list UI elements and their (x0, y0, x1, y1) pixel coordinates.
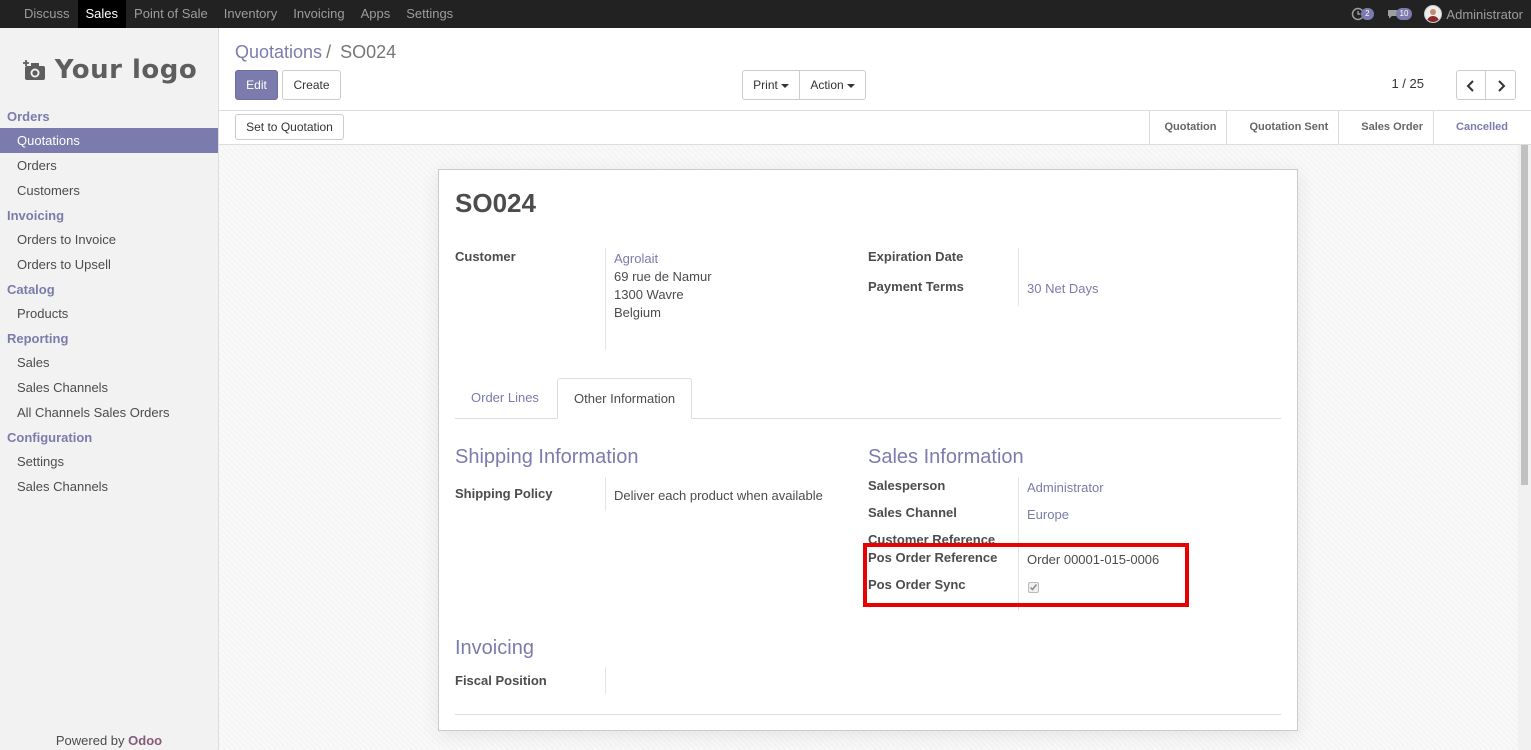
odoo-link[interactable]: Odoo (128, 733, 162, 748)
app-settings[interactable]: Settings (398, 0, 461, 28)
breadcrumb-current: SO024 (340, 42, 397, 62)
customer-link[interactable]: Agrolait (614, 251, 658, 266)
sidebar-item-products[interactable]: Products (0, 301, 218, 326)
invoicing-title: Invoicing (455, 637, 534, 659)
powered-by: Powered by Odoo (0, 733, 218, 748)
sidebar-section-orders[interactable]: Orders (0, 104, 218, 128)
print-dropdown[interactable]: Print (742, 70, 800, 100)
field-divider (605, 667, 606, 694)
action-dropdown[interactable]: Action (799, 70, 866, 100)
section-divider (455, 714, 1281, 715)
sidebar: Your logo Orders Quotations Orders Custo… (0, 28, 219, 750)
form-view: SO024 Customer Agrolait 69 rue de Namur … (219, 145, 1518, 750)
powered-by-text: Powered by (55, 733, 125, 748)
sales-channel-link[interactable]: Europe (1027, 507, 1069, 522)
sidebar-section-catalog[interactable]: Catalog (0, 277, 218, 301)
sidebar-item-config-sales-channels[interactable]: Sales Channels (0, 474, 218, 499)
customer-label: Customer (455, 249, 516, 264)
payment-terms-link[interactable]: 30 Net Days (1027, 281, 1099, 296)
edit-button[interactable]: Edit (235, 70, 278, 100)
chevron-left-icon (1466, 80, 1474, 92)
print-label: Print (753, 78, 778, 92)
field-divider (605, 477, 606, 511)
salesperson-label: Salesperson (868, 478, 946, 493)
caret-down-icon (846, 83, 855, 88)
salesperson-link[interactable]: Administrator (1027, 480, 1104, 495)
breadcrumb-separator: / (326, 42, 332, 62)
user-avatar-icon (1427, 9, 1440, 22)
activity-button[interactable]: 2 (1351, 7, 1374, 21)
pager-next-button[interactable] (1485, 70, 1516, 100)
scrollbar-thumb[interactable] (1521, 145, 1528, 485)
logo-text: Your logo (54, 55, 198, 85)
create-button[interactable]: Create (282, 70, 341, 100)
field-divider (605, 248, 606, 350)
camera-icon (22, 60, 45, 80)
app-inventory[interactable]: Inventory (216, 0, 285, 28)
sidebar-section-invoicing[interactable]: Invoicing (0, 203, 218, 227)
sidebar-item-settings[interactable]: Settings (0, 449, 218, 474)
notebook-tabs: Order Lines Other Information (455, 378, 1281, 419)
sales-channel-label: Sales Channel (868, 505, 957, 520)
app-point-of-sale[interactable]: Point of Sale (126, 0, 216, 28)
pager-value[interactable]: 1 / 25 (1391, 76, 1424, 91)
sidebar-item-orders-to-upsell[interactable]: Orders to Upsell (0, 252, 218, 277)
action-label: Action (810, 78, 844, 92)
sidebar-section-reporting[interactable]: Reporting (0, 326, 218, 350)
highlight-box (863, 543, 1189, 607)
payment-terms-label: Payment Terms (868, 279, 964, 294)
message-count-badge: 10 (1395, 8, 1413, 20)
sidebar-item-quotations[interactable]: Quotations (0, 128, 218, 153)
caret-down-icon (780, 83, 789, 88)
shipping-policy-value[interactable]: Deliver each product when available (614, 488, 823, 503)
app-apps[interactable]: Apps (353, 0, 399, 28)
expiration-date-label: Expiration Date (868, 249, 964, 264)
customer-address-street: 69 rue de Namur (614, 269, 712, 284)
order-name: SO024 (455, 188, 536, 218)
stage-quotation[interactable]: Quotation (1148, 111, 1227, 144)
field-divider (1018, 248, 1019, 306)
stage-quotation-sent[interactable]: Quotation Sent (1226, 111, 1338, 144)
messages-button[interactable]: 10 (1386, 7, 1413, 21)
tab-other-information[interactable]: Other Information (557, 378, 693, 419)
app-invoicing[interactable]: Invoicing (285, 0, 352, 28)
sidebar-menu: Orders Quotations Orders Customers Invoi… (0, 104, 218, 499)
chevron-right-icon (1497, 80, 1505, 92)
scrollbar[interactable] (1518, 145, 1531, 750)
sidebar-item-orders[interactable]: Orders (0, 153, 218, 178)
sidebar-item-sales[interactable]: Sales (0, 350, 218, 375)
top-navbar: Discuss Sales Point of Sale Inventory In… (0, 0, 1531, 28)
activity-count-badge: 2 (1361, 8, 1374, 20)
breadcrumb: Quotations / SO024 (235, 42, 396, 63)
customer-address-country: Belgium (614, 305, 661, 320)
shipping-information-title: Shipping Information (455, 446, 639, 468)
app-sales[interactable]: Sales (77, 0, 127, 28)
form-sheet: SO024 Customer Agrolait 69 rue de Namur … (438, 169, 1298, 731)
pager-previous-button[interactable] (1456, 70, 1486, 100)
sidebar-item-customers[interactable]: Customers (0, 178, 218, 203)
app-discuss[interactable]: Discuss (16, 0, 78, 28)
sales-information-title: Sales Information (868, 446, 1024, 468)
company-logo: Your logo (20, 42, 200, 98)
stage-cancelled[interactable]: Cancelled (1433, 111, 1518, 144)
fiscal-position-label: Fiscal Position (455, 673, 547, 688)
stage-sales-order[interactable]: Sales Order (1338, 111, 1433, 144)
app-menu: Discuss Sales Point of Sale Inventory In… (16, 0, 461, 28)
set-to-quotation-button[interactable]: Set to Quotation (235, 114, 344, 140)
breadcrumb-quotations[interactable]: Quotations (235, 42, 322, 62)
sidebar-item-orders-to-invoice[interactable]: Orders to Invoice (0, 227, 218, 252)
tab-order-lines[interactable]: Order Lines (455, 378, 555, 419)
sidebar-item-sales-channels[interactable]: Sales Channels (0, 375, 218, 400)
status-bar: Set to Quotation Quotation Quotation Sen… (219, 111, 1531, 145)
shipping-policy-label: Shipping Policy (455, 486, 553, 501)
sidebar-section-configuration[interactable]: Configuration (0, 425, 218, 449)
customer-address-city: 1300 Wavre (614, 287, 684, 302)
user-menu[interactable]: Administrator (1446, 7, 1523, 22)
sidebar-item-all-channels-sales-orders[interactable]: All Channels Sales Orders (0, 400, 218, 425)
user-avatar[interactable] (1424, 5, 1443, 23)
control-panel: Quotations / SO024 Edit Create Print Acti… (219, 28, 1531, 111)
status-stages: Quotation Quotation Sent Sales Order Can… (1148, 111, 1519, 144)
